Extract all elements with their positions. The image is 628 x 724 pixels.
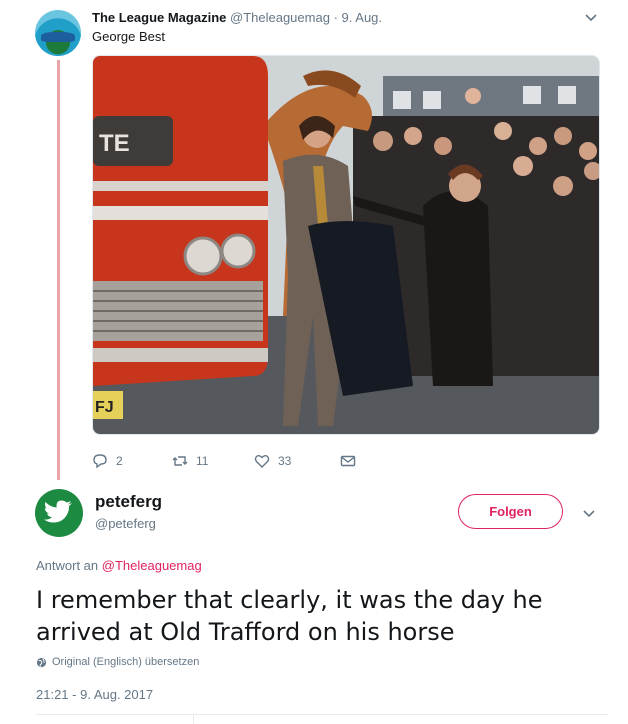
dm-action[interactable] — [340, 453, 356, 469]
envelope-icon[interactable] — [340, 453, 356, 469]
league-magazine-avatar[interactable] — [35, 10, 81, 56]
peteferg-avatar[interactable] — [35, 489, 83, 537]
globe-icon — [36, 657, 47, 667]
heart-icon[interactable] — [254, 453, 270, 469]
like-count: 33 — [278, 454, 292, 468]
divider — [193, 714, 194, 724]
bus-sign-text: TE — [99, 130, 130, 157]
tweet1-author-name[interactable]: The League Magazine — [92, 10, 226, 25]
chevron-down-icon[interactable] — [584, 12, 598, 22]
tweet2-timestamp[interactable]: 21:21 - 9. Aug. 2017 — [36, 687, 153, 702]
reply-to-prefix: Antwort an — [36, 558, 99, 573]
tweet1-author-handle[interactable]: @Theleaguemag — [230, 10, 330, 25]
tweet1-separator: · — [333, 10, 338, 25]
like-action[interactable]: 33 — [254, 453, 340, 469]
bus-plate-text: FJ — [95, 399, 114, 416]
tweet1-text: George Best — [92, 29, 165, 44]
retweet-icon[interactable] — [172, 453, 188, 469]
tweet1-photo[interactable]: TE FJ — [92, 55, 600, 435]
thread-connector-line — [57, 60, 60, 480]
follow-button[interactable]: Folgen — [458, 494, 563, 529]
twitter-bird-icon — [44, 500, 72, 523]
retweet-count: 11 — [196, 454, 209, 468]
reply-to-line: Antwort an @Theleaguemag — [36, 558, 202, 573]
translate-link[interactable]: Original (Englisch) übersetzen — [36, 656, 199, 668]
reply-to-mention[interactable]: @Theleaguemag — [102, 558, 202, 573]
reply-action[interactable]: 2 — [92, 453, 172, 469]
tweet2-author-handle[interactable]: @peteferg — [95, 516, 156, 531]
divider — [36, 714, 608, 715]
tweet1-date[interactable]: 9. Aug. — [342, 10, 382, 25]
tweet1-header: The League Magazine @Theleaguemag · 9. A… — [92, 10, 382, 25]
tweet2-author-name[interactable]: peteferg — [95, 492, 162, 512]
chevron-down-icon[interactable] — [582, 508, 596, 518]
reply-count: 2 — [116, 454, 123, 468]
tweet2-text: I remember that clearly, it was the day … — [36, 586, 543, 646]
tweet1-actions: 2 11 33 — [92, 451, 356, 471]
translate-label[interactable]: Original (Englisch) übersetzen — [52, 656, 199, 668]
reply-icon[interactable] — [92, 453, 108, 469]
retweet-action[interactable]: 11 — [172, 453, 254, 469]
